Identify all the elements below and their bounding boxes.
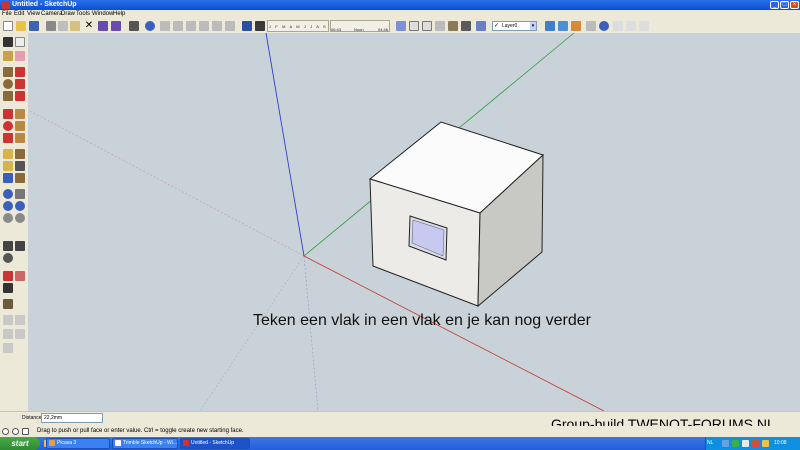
browser-icon: [115, 440, 121, 446]
instructor-icon[interactable]: [22, 428, 29, 435]
blue-axis-negative: [303, 255, 319, 412]
sketchup-task-icon: [183, 440, 189, 446]
red-axis-negative: [27, 109, 305, 257]
tray-network-icon[interactable]: [722, 440, 729, 447]
credits-icon[interactable]: [12, 428, 19, 435]
taskbar-clock: 10:08: [774, 440, 787, 446]
blue-axis-positive: [265, 32, 305, 257]
green-axis-negative: [199, 255, 305, 412]
measurements-label: Distance: [22, 415, 42, 421]
tray-messenger-icon[interactable]: [762, 440, 769, 447]
geo-location-icon[interactable]: [2, 428, 9, 435]
taskbar-item-sketchup[interactable]: Untitled - SketchUp: [180, 438, 250, 449]
language-indicator[interactable]: NL: [707, 437, 713, 450]
start-button[interactable]: start: [0, 437, 40, 450]
scene-drawing: [27, 32, 605, 412]
tray-volume-icon[interactable]: [742, 440, 749, 447]
tray-update-icon[interactable]: [752, 440, 759, 447]
measurements-input[interactable]: 22,2mm: [41, 413, 103, 423]
picasa-icon: [49, 440, 55, 446]
taskbar-item-picasa[interactable]: Picasa 3: [46, 438, 110, 449]
taskbar-item-trimble[interactable]: Trimble SketchUp - Wi...: [112, 438, 178, 449]
viewport-caption: Teken een vlak in een vlak en je kan nog…: [253, 312, 591, 329]
tray-antivirus-icon[interactable]: [732, 440, 739, 447]
status-hint-text: Drag to push or pull face or enter value…: [37, 428, 244, 434]
